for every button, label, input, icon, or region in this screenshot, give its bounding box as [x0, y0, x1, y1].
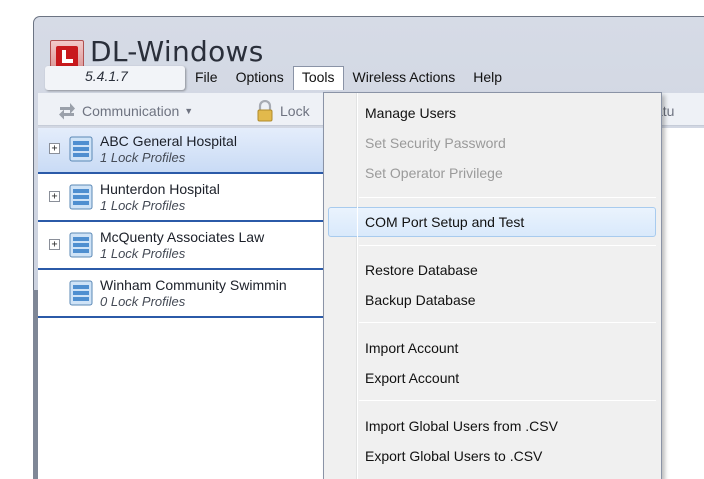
menu-bar: File Options Tools Wireless Actions Help: [186, 66, 511, 90]
tree-item[interactable]: Winham Community Swimmin 0 Lock Profiles: [38, 272, 334, 318]
menu-item-restore-database[interactable]: Restore Database: [365, 257, 478, 283]
tree-item-title: Winham Community Swimmin: [100, 277, 287, 293]
database-icon: [69, 136, 93, 162]
expand-icon[interactable]: +: [49, 191, 60, 202]
tools-dropdown-menu: Manage Users Set Security Password Set O…: [323, 92, 662, 479]
tree-item[interactable]: + Hunterdon Hospital 1 Lock Profiles: [38, 176, 334, 222]
tree-item-title: ABC General Hospital: [100, 133, 237, 149]
menu-item-backup-database[interactable]: Backup Database: [365, 287, 476, 313]
database-icon: [69, 280, 93, 306]
menu-item-import-account[interactable]: Import Account: [365, 335, 458, 361]
tree-item-subtitle: 1 Lock Profiles: [100, 150, 186, 165]
chevron-down-icon: ▼: [184, 106, 194, 116]
communication-label: Communication: [82, 103, 180, 119]
lock-icon: [257, 100, 273, 122]
menu-separator: [359, 400, 656, 401]
lock-label: Lock: [280, 103, 310, 119]
menu-separator: [359, 197, 656, 198]
database-icon: [69, 232, 93, 258]
menu-item-import-global-users[interactable]: Import Global Users from .CSV: [365, 413, 558, 439]
menu-item-manage-users[interactable]: Manage Users: [365, 100, 456, 126]
lock-button[interactable]: Lock: [255, 100, 310, 122]
screen: { "app": { "title": "DL-Windows", "versi…: [0, 0, 704, 479]
tree-item-title: Hunterdon Hospital: [100, 181, 220, 197]
menu-separator: [359, 322, 656, 323]
menu-item-set-security-password[interactable]: Set Security Password: [365, 130, 506, 156]
menu-item-com-port-setup[interactable]: COM Port Setup and Test: [365, 209, 524, 235]
menu-help[interactable]: Help: [464, 66, 511, 90]
menu-file[interactable]: File: [186, 66, 227, 90]
tree-item[interactable]: + ABC General Hospital 1 Lock Profiles: [38, 128, 334, 174]
tree-item-subtitle: 0 Lock Profiles: [100, 294, 186, 309]
communication-button[interactable]: Communication ▼: [57, 100, 193, 122]
menu-separator: [359, 245, 656, 246]
menu-wireless-actions[interactable]: Wireless Actions: [344, 66, 465, 90]
menu-item-export-global-users[interactable]: Export Global Users to .CSV: [365, 443, 542, 469]
menu-options[interactable]: Options: [227, 66, 293, 90]
communication-icon: [59, 103, 75, 120]
expand-icon[interactable]: +: [49, 239, 60, 250]
app-version: 5.4.1.7: [85, 68, 128, 84]
tree-item-subtitle: 1 Lock Profiles: [100, 198, 186, 213]
app-title: DL-Windows: [90, 35, 264, 68]
tree-item[interactable]: + McQuenty Associates Law 1 Lock Profile…: [38, 224, 334, 270]
menu-tools[interactable]: Tools: [292, 66, 344, 90]
tree-item-subtitle: 1 Lock Profiles: [100, 246, 186, 261]
expand-icon[interactable]: +: [49, 143, 60, 154]
account-tree: + ABC General Hospital 1 Lock Profiles +…: [38, 128, 334, 479]
menu-item-set-operator-privilege[interactable]: Set Operator Privilege: [365, 160, 503, 186]
menu-item-export-account[interactable]: Export Account: [365, 365, 459, 391]
database-icon: [69, 184, 93, 210]
tree-item-title: McQuenty Associates Law: [100, 229, 265, 245]
